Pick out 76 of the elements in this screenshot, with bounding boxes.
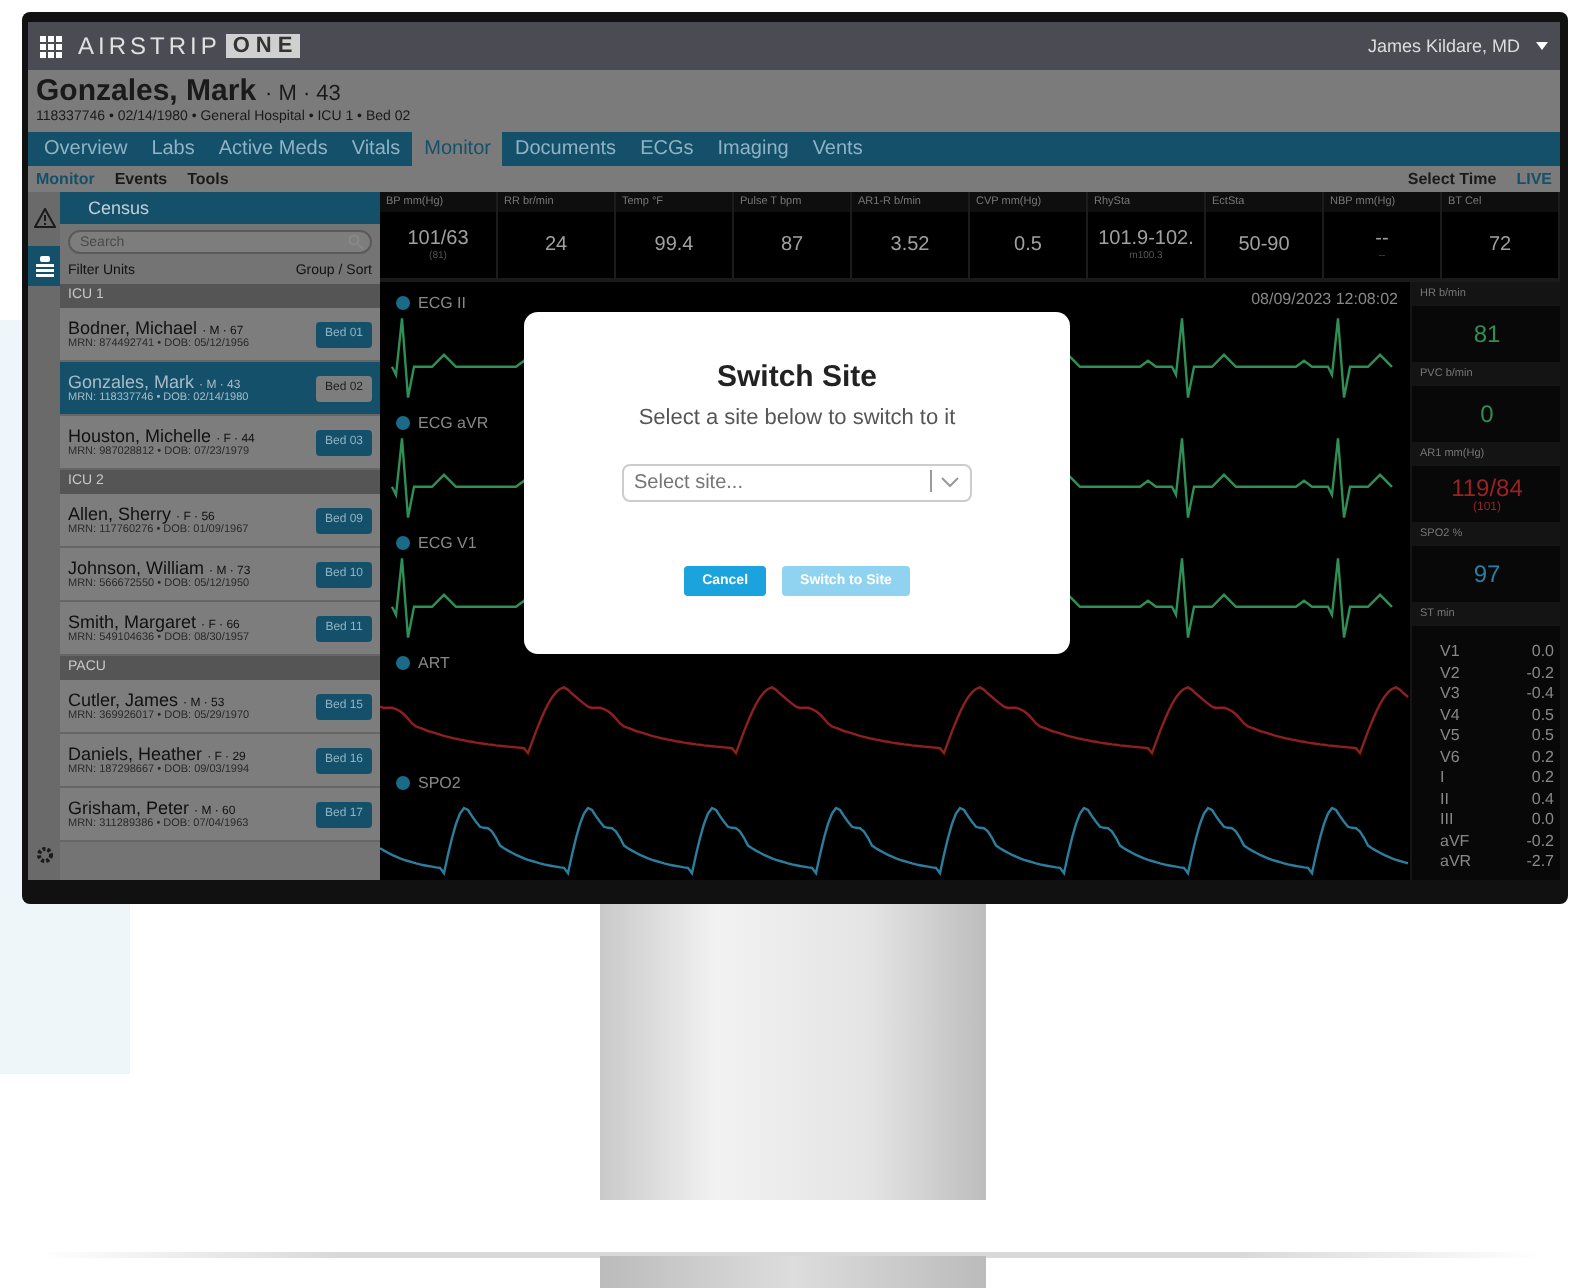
st-value: -2.7 (1524, 852, 1554, 873)
timestamp: 08/09/2023 12:08:02 (1251, 290, 1398, 308)
vital-value: -- (1375, 228, 1389, 250)
st-lead: V4 (1440, 705, 1462, 726)
vital-value: 81 (1473, 320, 1501, 348)
vital-value: 3.52 (890, 234, 930, 256)
channel-label: SPO2 (418, 773, 461, 791)
nav-tab[interactable]: Active Meds (206, 132, 340, 166)
app-logo-text: AIRSTRIP (78, 32, 221, 60)
channel-dot (396, 295, 410, 309)
nav-tab[interactable]: Documents (502, 132, 629, 166)
app-logo-badge: ONE (226, 34, 301, 58)
dialog-subtitle: Select a site below to switch to it (638, 406, 956, 430)
dialog-title: Switch Site (716, 360, 878, 394)
list-icon[interactable] (35, 255, 53, 277)
vital-value: 119/84 (1451, 474, 1523, 502)
channel-dot (396, 775, 410, 789)
st-lead: V2 (1440, 663, 1462, 684)
st-value: 0.5 (1529, 726, 1554, 747)
st-value: 0.5 (1529, 705, 1554, 726)
sub-tab[interactable]: Events (114, 170, 168, 188)
live-link[interactable]: LIVE (1516, 170, 1552, 188)
st-lead: II (1440, 789, 1451, 810)
gear-icon[interactable] (35, 846, 53, 864)
nav-tab[interactable]: Vitals (339, 132, 413, 166)
vital-value: 0 (1480, 400, 1494, 428)
census-header: Census (60, 192, 380, 224)
st-value: 0.2 (1529, 768, 1554, 789)
warning-icon[interactable] (33, 208, 55, 228)
patient-sex-age: · M · 43 (265, 82, 341, 106)
st-value: 0.2 (1529, 747, 1554, 768)
st-lead: V6 (1440, 747, 1462, 768)
vital-value: 99.4 (654, 234, 694, 256)
st-value: 0.0 (1529, 642, 1554, 663)
st-lead: aVF (1440, 831, 1472, 852)
nav-tab[interactable]: ECGs (628, 132, 706, 166)
nav-tab[interactable]: Vents (800, 132, 875, 166)
channel-label: ECG V1 (418, 533, 477, 551)
patient-name: Gonzales, Mark (36, 74, 257, 108)
caret-icon[interactable] (1536, 42, 1548, 50)
vital-value: 0.5 (1014, 234, 1042, 256)
vital-value: 97 (1473, 560, 1501, 588)
st-lead: aVR (1440, 852, 1474, 873)
st-lead: III (1440, 810, 1456, 831)
vital-value: 101/63 (407, 228, 469, 250)
st-lead: V1 (1440, 642, 1462, 663)
vital-value: 24 (544, 234, 568, 256)
st-value: 0.0 (1529, 810, 1554, 831)
nav-tab[interactable]: Imaging (705, 132, 801, 166)
channel-dot (396, 655, 410, 669)
nav-tab[interactable]: Overview (32, 132, 140, 166)
st-lead: V5 (1440, 726, 1462, 747)
site-select[interactable]: Select site... (622, 464, 972, 502)
st-value: -0.2 (1524, 831, 1554, 852)
st-lead: I (1440, 768, 1447, 789)
sub-tab[interactable]: Monitor (36, 170, 95, 188)
channel-label: ECG II (418, 293, 467, 311)
channel-dot (396, 415, 410, 429)
select-time-link[interactable]: Select Time (1407, 170, 1497, 188)
sub-tab[interactable]: Tools (187, 170, 229, 188)
vital-value: 50-90 (1238, 234, 1290, 256)
channel-label: ECG aVR (418, 413, 489, 431)
st-value: 0.4 (1529, 789, 1554, 810)
vital-value: 72 (1488, 234, 1512, 256)
nav-tab[interactable]: Monitor (412, 132, 503, 166)
chevron-down-icon[interactable] (940, 476, 960, 488)
vital-value: 87 (780, 234, 804, 256)
channel-label: ART (418, 653, 450, 671)
st-value: -0.2 (1524, 663, 1554, 684)
vital-value: 101.9-102. (1098, 228, 1194, 250)
app-grid-icon[interactable] (40, 35, 62, 57)
user-menu[interactable]: James Kildare, MD (1367, 36, 1520, 56)
st-lead: V3 (1440, 684, 1462, 705)
st-value: -0.4 (1524, 684, 1554, 705)
nav-tab[interactable]: Labs (139, 132, 207, 166)
channel-dot (396, 535, 410, 549)
